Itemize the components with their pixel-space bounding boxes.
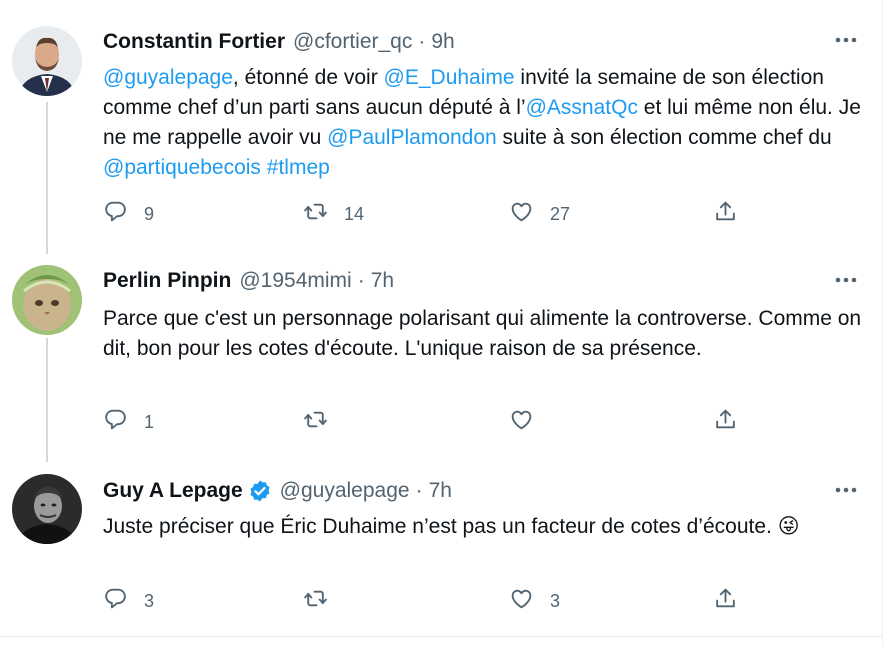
retweet-count: 14 bbox=[344, 203, 365, 224]
share-icon bbox=[713, 199, 738, 229]
separator-dot: · bbox=[357, 269, 365, 292]
tweet-text: 😜 bbox=[777, 515, 800, 538]
share-icon bbox=[713, 407, 738, 437]
share-button[interactable] bbox=[713, 409, 738, 435]
reply-icon bbox=[103, 586, 128, 616]
tweet-text: , étonné de voir bbox=[232, 66, 384, 89]
verified-badge-icon bbox=[248, 479, 272, 503]
hashtag-link[interactable]: #tlmep bbox=[267, 156, 330, 179]
bottom-divider bbox=[0, 636, 882, 637]
thread-connector bbox=[46, 102, 48, 254]
like-icon bbox=[509, 407, 534, 437]
like-button[interactable]: 27 bbox=[509, 201, 570, 227]
timestamp[interactable]: 9h bbox=[431, 30, 454, 54]
tweet-thread: Constantin Fortier @cfortier_qc · 9h @gu… bbox=[0, 0, 883, 646]
retweet-icon bbox=[303, 586, 328, 616]
separator-dot: · bbox=[418, 30, 426, 53]
tweet-text: Parce que c'est un personnage polarisant… bbox=[103, 307, 862, 360]
tweet-actions: 3 3 bbox=[103, 588, 743, 614]
tweet-actions: 1 bbox=[103, 409, 743, 435]
mention-link[interactable]: @E_Duhaime bbox=[384, 66, 515, 89]
tweet-3[interactable]: Guy A Lepage @guyalepage · 7h Juste préc… bbox=[0, 460, 883, 636]
reply-count: 1 bbox=[144, 411, 155, 432]
timestamp[interactable]: 7h bbox=[371, 269, 394, 293]
like-button[interactable] bbox=[509, 409, 550, 435]
like-icon bbox=[509, 586, 534, 616]
author-name[interactable]: Perlin Pinpin bbox=[103, 269, 231, 293]
more-icon[interactable] bbox=[831, 30, 861, 50]
author-handle[interactable]: @guyalepage bbox=[280, 479, 410, 503]
more-icon[interactable] bbox=[831, 480, 861, 500]
share-button[interactable] bbox=[713, 588, 738, 614]
like-button[interactable]: 3 bbox=[509, 588, 560, 614]
author-handle[interactable]: @1954mimi bbox=[239, 269, 351, 293]
reply-count: 9 bbox=[144, 203, 155, 224]
retweet-icon bbox=[303, 199, 328, 229]
like-count: 27 bbox=[550, 203, 571, 224]
mention-link[interactable]: @PaulPlamondon bbox=[327, 126, 497, 149]
reply-icon bbox=[103, 199, 128, 229]
reply-button[interactable]: 3 bbox=[103, 588, 154, 614]
retweet-icon bbox=[303, 407, 328, 437]
author-name[interactable]: Constantin Fortier bbox=[103, 30, 285, 54]
tweet-text: Juste préciser que Éric Duhaime n’est pa… bbox=[103, 515, 778, 538]
tweet-body: Parce que c'est un personnage polarisant… bbox=[103, 304, 863, 364]
reply-button[interactable]: 9 bbox=[103, 201, 154, 227]
mention-link[interactable]: @AssnatQc bbox=[526, 96, 638, 119]
retweet-button[interactable] bbox=[303, 588, 344, 614]
like-icon bbox=[509, 199, 534, 229]
retweet-button[interactable]: 14 bbox=[303, 201, 364, 227]
retweet-button[interactable] bbox=[303, 409, 344, 435]
separator-dot: · bbox=[415, 479, 423, 502]
thread-connector bbox=[46, 338, 48, 462]
tweet-header: Perlin Pinpin @1954mimi · 7h bbox=[103, 268, 394, 294]
tweet-header: Guy A Lepage @guyalepage · 7h bbox=[103, 478, 452, 504]
tweet-header: Constantin Fortier @cfortier_qc · 9h bbox=[103, 29, 455, 55]
tweet-text: suite à son élection comme chef du bbox=[496, 126, 832, 149]
share-icon bbox=[713, 586, 738, 616]
tweet-actions: 9 14 27 bbox=[103, 201, 743, 227]
mention-link[interactable]: @guyalepage bbox=[103, 66, 233, 89]
more-icon[interactable] bbox=[831, 270, 861, 290]
tweet-body: Juste préciser que Éric Duhaime n’est pa… bbox=[103, 512, 863, 542]
like-count: 3 bbox=[550, 590, 561, 611]
avatar-perlin-pinpin[interactable] bbox=[12, 265, 82, 335]
tweet-body: @guyalepage, étonné de voir @E_Duhaime i… bbox=[103, 63, 863, 183]
reply-icon bbox=[103, 407, 128, 437]
author-name[interactable]: Guy A Lepage bbox=[103, 479, 243, 503]
timestamp[interactable]: 7h bbox=[429, 479, 452, 503]
tweet-2[interactable]: Perlin Pinpin @1954mimi · 7h Parce que c… bbox=[0, 250, 883, 462]
tweet-1[interactable]: Constantin Fortier @cfortier_qc · 9h @gu… bbox=[0, 0, 883, 254]
mention-link[interactable]: @partiquebecois bbox=[103, 156, 261, 179]
avatar-constantin-fortier[interactable] bbox=[12, 26, 82, 96]
reply-count: 3 bbox=[144, 590, 155, 611]
share-button[interactable] bbox=[713, 201, 738, 227]
author-handle[interactable]: @cfortier_qc bbox=[293, 30, 412, 54]
avatar-guy-a-lepage[interactable] bbox=[12, 474, 82, 544]
reply-button[interactable]: 1 bbox=[103, 409, 154, 435]
